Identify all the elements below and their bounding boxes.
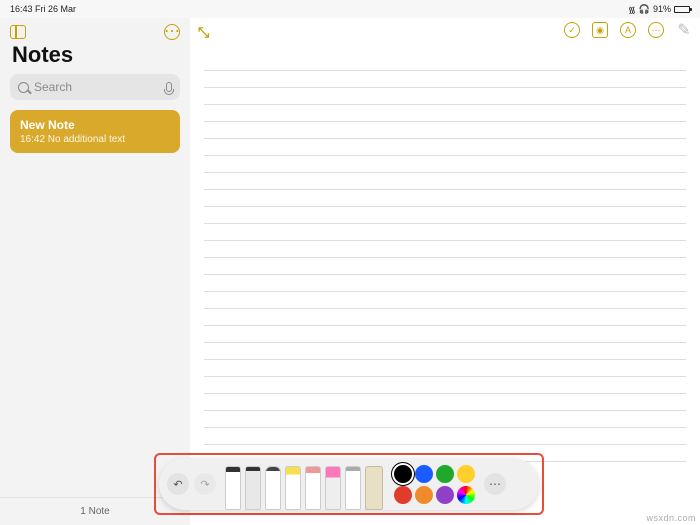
crayon-tool[interactable] xyxy=(305,466,321,510)
note-list-item[interactable]: New Note 16:42 No additional text xyxy=(10,110,180,153)
mic-icon[interactable] xyxy=(166,82,172,92)
wifi-icon: ᯾ xyxy=(628,3,636,16)
status-bar: 16:43 Fri 26 Mar ᯾ 🎧 91% xyxy=(0,0,700,18)
note-toolbar: ✓ ◉ A ⋯ ✎ xyxy=(564,22,692,38)
search-icon xyxy=(18,82,29,93)
markup-palette-highlight: ↶ ↷ ⋯ xyxy=(154,453,544,515)
headphone-icon: 🎧 xyxy=(639,4,650,15)
battery-pct: 91% xyxy=(653,4,671,14)
marker-tool[interactable] xyxy=(265,466,281,510)
more-icon[interactable]: ⋯ xyxy=(648,22,664,38)
color-yellow[interactable] xyxy=(457,465,475,483)
compose-icon[interactable]: ✎ xyxy=(676,22,692,38)
battery-icon xyxy=(674,6,690,13)
color-green[interactable] xyxy=(436,465,454,483)
pencil-tool[interactable] xyxy=(245,466,261,510)
note-subtitle: 16:42 No additional text xyxy=(20,134,170,145)
page-title: Notes xyxy=(0,42,190,74)
color-swatches xyxy=(394,465,475,504)
lasso-tool[interactable] xyxy=(345,466,361,510)
search-placeholder: Search xyxy=(34,80,72,94)
color-picker-icon[interactable] xyxy=(457,486,475,504)
palette-more-button[interactable]: ⋯ xyxy=(484,473,506,495)
eraser-tool[interactable] xyxy=(325,466,341,510)
redo-button[interactable]: ↷ xyxy=(194,473,216,495)
markup-palette: ↶ ↷ ⋯ xyxy=(159,458,539,510)
check-icon[interactable]: ✓ xyxy=(564,22,580,38)
camera-icon[interactable]: ◉ xyxy=(592,22,608,38)
sidebar: ⋯ Notes Search New Note 16:42 No additio… xyxy=(0,18,190,525)
ruler-tool[interactable] xyxy=(365,466,383,510)
highlighter-tool[interactable] xyxy=(285,466,301,510)
note-canvas[interactable]: ⤡ ✓ ◉ A ⋯ ✎ xyxy=(190,18,700,525)
pencil-circle-icon[interactable]: A xyxy=(620,22,636,38)
pen-tool[interactable] xyxy=(225,466,241,510)
note-title: New Note xyxy=(20,118,170,132)
color-blue[interactable] xyxy=(415,465,433,483)
tool-group xyxy=(225,458,383,510)
watermark: wsxdn.com xyxy=(646,513,696,523)
status-right: ᯾ 🎧 91% xyxy=(628,3,690,16)
color-orange[interactable] xyxy=(415,486,433,504)
color-red[interactable] xyxy=(394,486,412,504)
undo-button[interactable]: ↶ xyxy=(167,473,189,495)
expand-icon[interactable]: ⤡ xyxy=(198,24,209,41)
status-time: 16:43 Fri 26 Mar xyxy=(10,4,76,14)
search-input[interactable]: Search xyxy=(10,74,180,100)
color-black[interactable] xyxy=(394,465,412,483)
sidebar-toggle-icon[interactable] xyxy=(10,25,26,39)
sidebar-more-icon[interactable]: ⋯ xyxy=(164,24,180,40)
color-purple[interactable] xyxy=(436,486,454,504)
